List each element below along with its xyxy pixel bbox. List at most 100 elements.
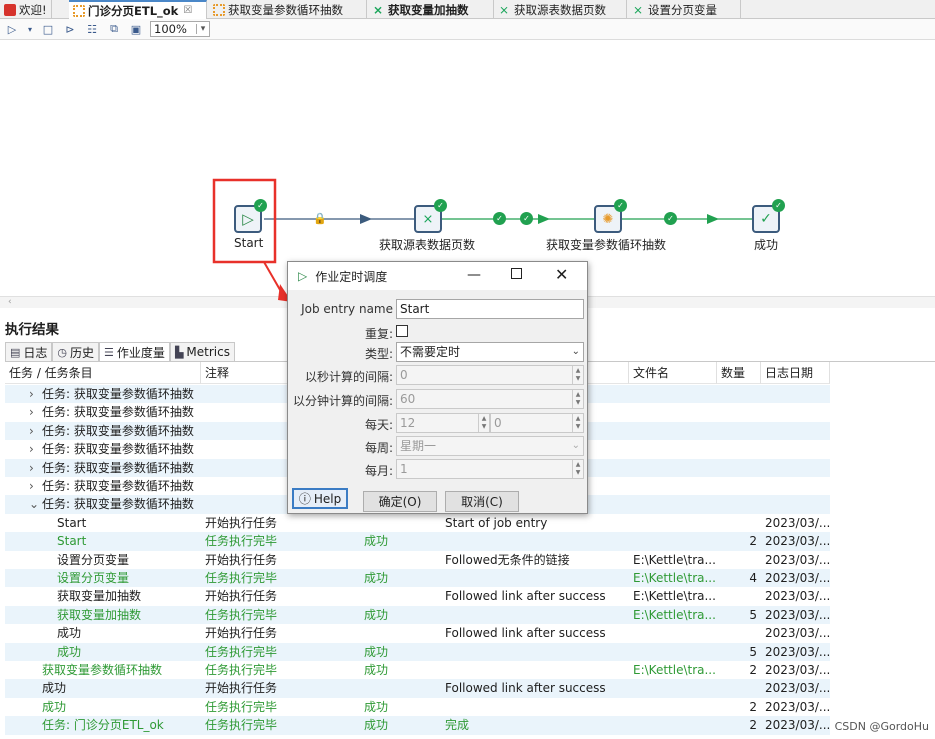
table-cell-file — [633, 532, 715, 550]
preview-icon[interactable]: ⊳ — [62, 21, 78, 37]
stop-icon[interactable]: □ — [40, 21, 56, 37]
minimize-icon[interactable]: — — [467, 267, 481, 283]
column-header[interactable]: 文件名 — [629, 362, 717, 384]
job-entry-name-input[interactable]: Start — [396, 299, 584, 319]
chevron-right-icon[interactable]: › — [29, 385, 39, 403]
tab-welcome[interactable]: 欢迎! — [0, 0, 52, 19]
table-cell-comment: 开始执行任务 — [205, 626, 278, 641]
run-icon[interactable]: ▷ — [4, 21, 20, 37]
job-canvas[interactable]: ▷ ✓ Start 🔒 ✓ ✓ ✓ ⨯ ✓ 获取源表数据页数 ✺ ✓ 获取变量参… — [0, 40, 935, 296]
monthly-input[interactable]: 1 ▲ ▼ — [396, 459, 584, 479]
type-select[interactable]: 不需要定时 ⌄ — [396, 342, 584, 362]
table-cell-file — [633, 459, 715, 477]
tab-label: 历史 — [70, 345, 95, 360]
column-header[interactable]: 日志日期 — [761, 362, 830, 384]
success-check-icon: ✓ — [434, 199, 447, 212]
table-cell-reason: Start of job entry — [445, 515, 548, 530]
table-row[interactable]: Start 开始执行任务 Start of job entry 2023/03/... — [5, 514, 830, 532]
chevron-left-icon[interactable]: ‹ — [8, 297, 12, 307]
seconds-interval-input[interactable]: 0 ▲ ▼ — [396, 365, 584, 385]
transformation-icon: ⨯ — [373, 2, 384, 17]
spinner-icon[interactable]: ▲ ▼ — [572, 366, 583, 384]
table-cell-comment: 开始执行任务 — [205, 552, 278, 567]
node-label: 成功 — [754, 238, 779, 252]
tab-metrics[interactable]: ▙ Metrics — [169, 342, 235, 361]
minutes-interval-input[interactable]: 60 ▲ ▼ — [396, 389, 584, 409]
check-icon[interactable]: ☷ — [84, 21, 100, 37]
daily-hour-value: 12 — [400, 416, 416, 430]
tab-page-vars[interactable]: ⨯ 设置分页变量 — [629, 0, 741, 19]
spinner-icon[interactable]: ▲ ▼ — [572, 460, 583, 478]
table-row[interactable]: 成功 开始执行任务 Followed link after success 2023/… — [5, 679, 830, 698]
table-cell-file: E:\Kettle\tra... — [633, 571, 715, 585]
table-row[interactable]: 获取变量加抽数 开始执行任务 Followed link after success… — [5, 587, 830, 605]
tab-label: 门诊分页ETL_ok — [88, 3, 179, 18]
tab-source-pages[interactable]: ⨯ 获取源表数据页数 — [495, 0, 627, 19]
table-cell-count — [717, 459, 757, 477]
column-header-label: 数量 — [721, 366, 746, 380]
table-cell-file: E:\Kettle\tra... — [633, 589, 715, 604]
table-cell-date: 2023/03/... — [765, 607, 830, 622]
close-icon[interactable]: ✕ — [555, 265, 568, 284]
tab-job-main[interactable]: 门诊分页ETL_ok ☒ — [69, 0, 207, 19]
table-cell-count: 2 — [749, 718, 757, 733]
table-row[interactable]: 设置分页变量 任务执行完毕 成功 E:\Kettle\tra... 4 2023/03/.… — [5, 569, 830, 588]
tab-label: 获取源表数据页数 — [514, 2, 606, 17]
table-row[interactable]: 获取变量加抽数 任务执行完毕 成功 E:\Kettle\tra... 5 2023/03/… — [5, 605, 830, 625]
tab-job-metrics[interactable]: ☰ 作业度量 — [99, 342, 170, 361]
table-cell-task: 成功 — [42, 699, 67, 714]
maximize-icon[interactable] — [511, 268, 522, 279]
spinner-icon[interactable]: ▲ ▼ — [478, 414, 489, 432]
table-cell-reason: Followed link after success — [445, 681, 606, 696]
table-cell-file — [633, 440, 715, 458]
impact-icon[interactable]: ⧉ — [106, 21, 122, 37]
chevron-right-icon[interactable]: › — [29, 403, 39, 421]
run-dropdown-icon[interactable]: ▾ — [26, 21, 34, 37]
start-icon: ▷ — [242, 210, 254, 228]
table-row[interactable]: 成功 任务执行完毕 成功 5 2023/03/... — [5, 642, 830, 661]
column-header[interactable]: 数量 — [717, 362, 761, 384]
tab-label: Metrics — [186, 345, 230, 359]
hop-success-icon: ✓ — [493, 212, 506, 225]
close-icon[interactable]: ☒ — [183, 5, 192, 16]
table-cell-task: 任务: 门诊分页ETL_ok — [42, 718, 164, 733]
table-row[interactable]: 获取变量参数循环抽数 任务执行完毕 成功 E:\Kettle\tra... 2 2023/… — [5, 661, 830, 679]
table-cell-count — [717, 403, 757, 421]
spinner-icon[interactable]: ▲ ▼ — [572, 390, 583, 408]
daily-minute-input[interactable]: 0 ▲ ▼ — [490, 413, 584, 433]
table-cell-date — [765, 459, 830, 477]
table-cell-reason: 完成 — [445, 718, 470, 733]
seconds-interval-value: 0 — [400, 368, 408, 382]
tab-log[interactable]: ▤ 日志 — [5, 342, 53, 361]
weekly-select[interactable]: 星期一 ⌄ — [396, 436, 584, 456]
table-row[interactable]: 成功 开始执行任务 Followed link after success 2023/… — [5, 624, 830, 642]
chevron-down-icon[interactable]: ⌄ — [29, 495, 39, 513]
lock-icon: 🔒 — [313, 212, 327, 225]
help-button[interactable]: ⓘ Help — [292, 488, 348, 509]
chevron-right-icon[interactable]: › — [29, 422, 39, 440]
chevron-right-icon[interactable]: › — [29, 440, 39, 458]
tab-label: 获取变量加抽数 — [388, 2, 469, 17]
repeat-checkbox[interactable] — [396, 325, 408, 337]
sql-icon[interactable]: ▣ — [128, 21, 144, 37]
transformation-icon: ⨯ — [499, 2, 510, 17]
cancel-button[interactable]: 取消(C) — [445, 491, 519, 512]
zoom-select[interactable]: 100% ▾ — [150, 21, 210, 37]
table-row[interactable]: Start 任务执行完毕 成功 2 2023/03/... — [5, 532, 830, 551]
daily-row: 每天: 12 ▲ ▼ 0 ▲ ▼ — [288, 413, 587, 435]
table-row[interactable]: 成功 任务执行完毕 成功 2 2023/03/... — [5, 698, 830, 716]
tab-var-extract[interactable]: ⨯ 获取变量加抽数 — [369, 0, 494, 19]
tab-loop-job[interactable]: 获取变量参数循环抽数 — [209, 0, 367, 19]
spinner-icon[interactable]: ▲ ▼ — [572, 414, 583, 432]
table-row[interactable]: 设置分页变量 开始执行任务 Followed无条件的链接 E:\Kettle\tra.… — [5, 551, 830, 569]
success-check-icon: ✓ — [254, 199, 267, 212]
watermark: CSDN @GordoHu — [834, 720, 929, 733]
chevron-right-icon[interactable]: › — [29, 477, 39, 495]
cancel-label: 取消(C) — [461, 495, 503, 509]
table-row[interactable]: 任务: 门诊分页ETL_ok 任务执行完毕 成功 完成 2 2023/03/... — [5, 716, 830, 735]
ok-button[interactable]: 确定(O) — [363, 491, 437, 512]
tab-history[interactable]: ◷ 历史 — [52, 342, 100, 361]
column-header[interactable]: 任务 / 任务条目 — [5, 362, 201, 384]
daily-hour-input[interactable]: 12 ▲ ▼ — [396, 413, 490, 433]
chevron-right-icon[interactable]: › — [29, 459, 39, 477]
